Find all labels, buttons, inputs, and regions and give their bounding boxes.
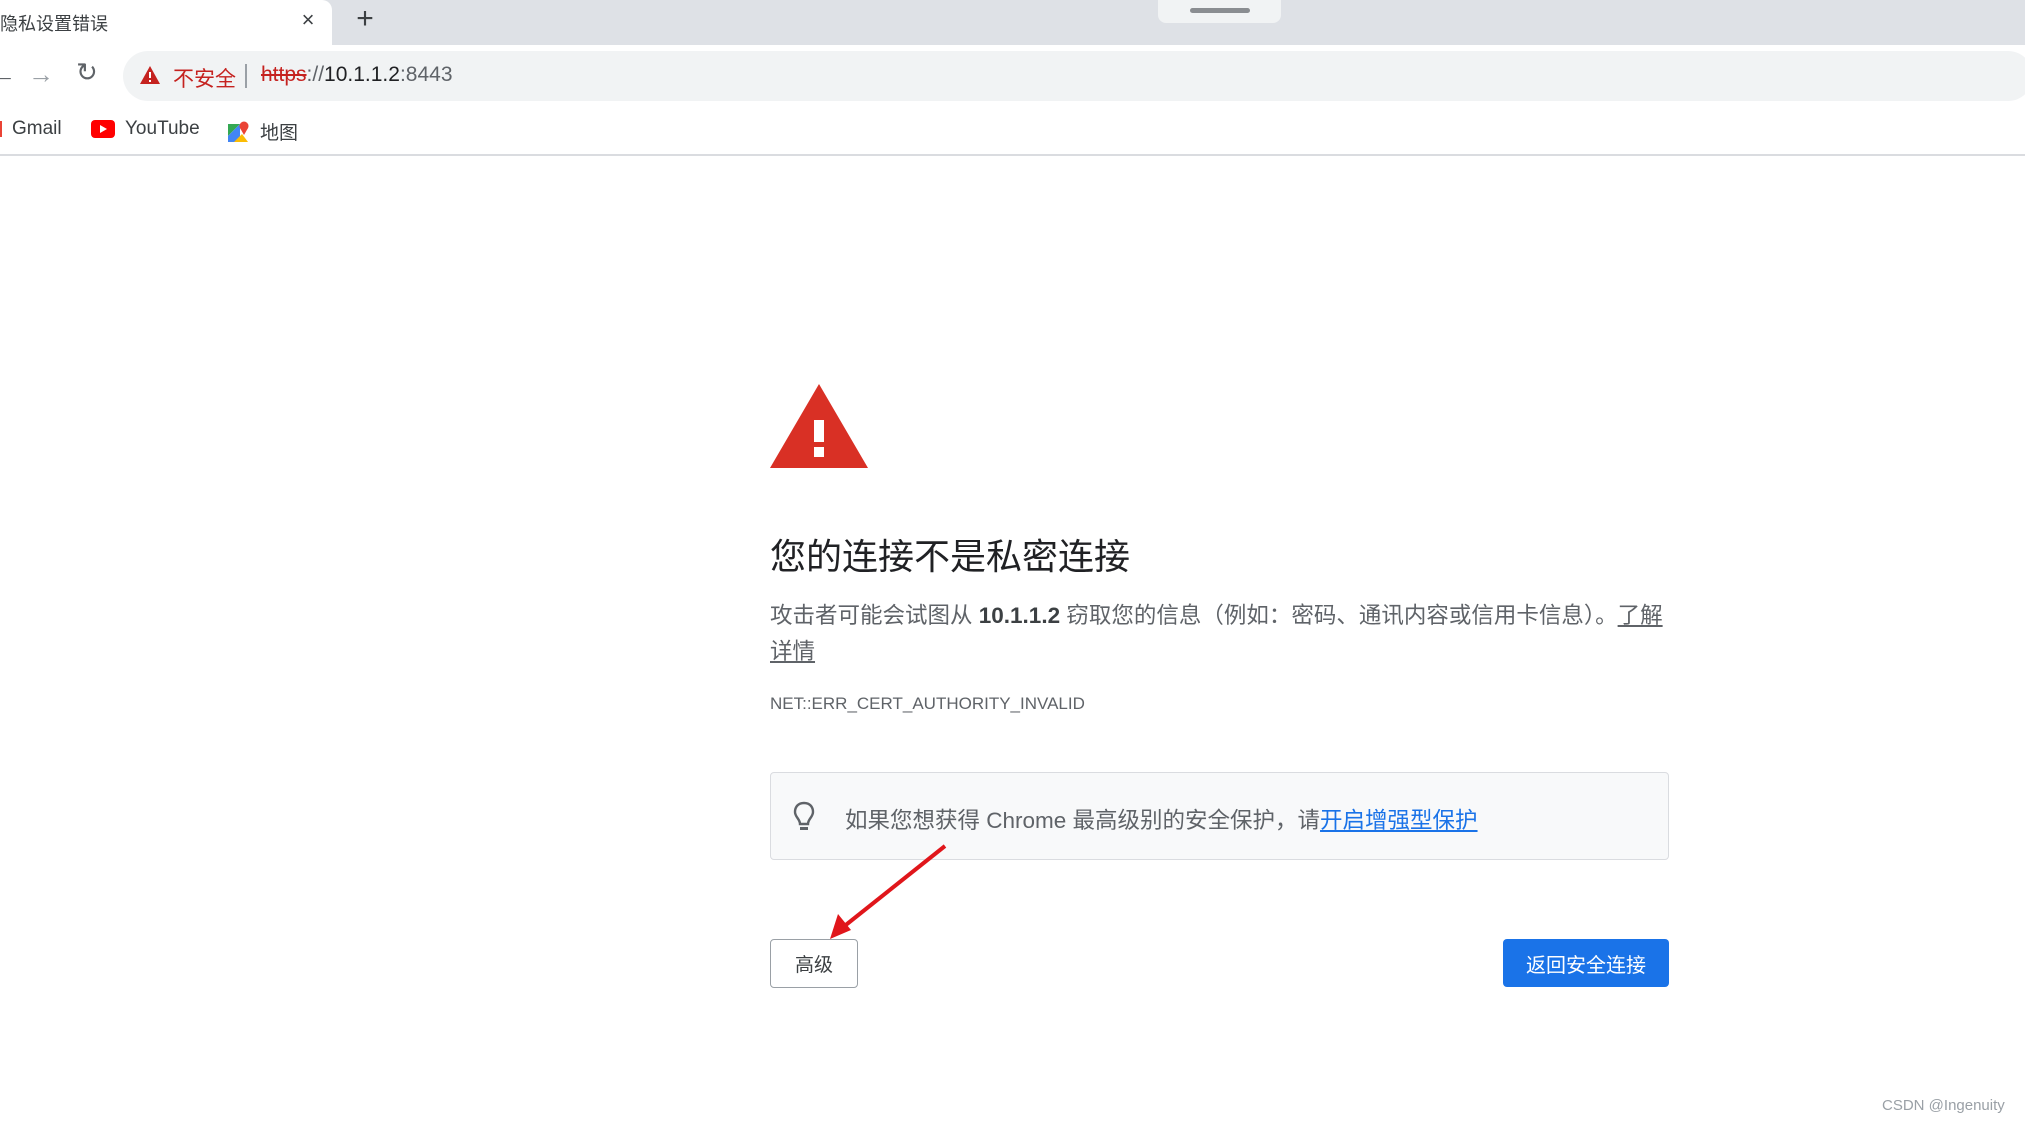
bookmark-label: YouTube (125, 118, 200, 139)
desc-text: 窃取您的信息（例如：密码、通讯内容或信用卡信息）。 (1060, 603, 1618, 628)
watermark: CSDN @Ingenuity (1882, 1097, 2005, 1114)
error-code[interactable]: NET::ERR_CERT_AUTHORITY_INVALID (770, 694, 1085, 714)
divider (245, 64, 247, 88)
tab-strip: 隐私设置错误 × + (0, 0, 2025, 45)
new-tab-button[interactable]: + (350, 4, 380, 34)
bookmark-maps[interactable]: 地图 (226, 118, 298, 145)
tab-close-icon[interactable]: × (296, 8, 320, 32)
url-scheme: https (261, 63, 307, 86)
tab-active[interactable]: 隐私设置错误 × (0, 0, 332, 45)
url-port: :8443 (399, 63, 453, 86)
not-secure-label[interactable]: 不安全 (173, 63, 236, 93)
maps-icon (228, 121, 249, 142)
url-text[interactable]: https://10.1.1.2:8443 (261, 63, 453, 87)
page-title: 您的连接不是私密连接 (770, 536, 1131, 577)
url-host: 10.1.1.2 (324, 63, 400, 86)
bookmark-label: 地图 (260, 123, 299, 144)
window-drag-handle[interactable] (1158, 0, 1281, 23)
tip-label: 如果您想获得 Chrome 最高级别的安全保护，请 (845, 808, 1321, 833)
url-separator: :// (306, 63, 325, 86)
desc-host: 10.1.1.2 (978, 603, 1061, 628)
tab-title: 隐私设置错误 (0, 14, 108, 34)
error-description: 攻击者可能会试图从 10.1.1.2 窃取您的信息（例如：密码、通讯内容或信用卡… (770, 598, 1669, 670)
back-arrow-icon[interactable]: ← (0, 59, 16, 90)
toolbar: ← → ↻ 不安全 https://10.1.1.2:8443 (0, 45, 2025, 111)
enhanced-protection-tip: 如果您想获得 Chrome 最高级别的安全保护，请开启增强型保护 (770, 772, 1669, 860)
bookmark-label: Gmail (12, 118, 62, 139)
desc-text: 攻击者可能会试图从 (770, 603, 979, 628)
bookmark-youtube[interactable]: YouTube (91, 118, 200, 140)
not-secure-warning-icon[interactable] (139, 65, 161, 85)
forward-arrow-icon[interactable]: → (28, 59, 54, 90)
gmail-icon (0, 121, 2, 137)
lightbulb-icon (793, 801, 815, 830)
enhanced-protection-link[interactable]: 开启增强型保护 (1320, 808, 1478, 833)
bookmarks-bar: Gmail YouTube 地图 (0, 111, 2025, 156)
address-bar[interactable]: 不安全 https://10.1.1.2:8443 (123, 51, 2025, 101)
back-to-safety-button[interactable]: 返回安全连接 (1503, 939, 1669, 987)
advanced-button[interactable]: 高级 (770, 939, 858, 988)
youtube-icon (91, 120, 115, 138)
interstitial-content: 您的连接不是私密连接 攻击者可能会试图从 10.1.1.2 窃取您的信息（例如：… (770, 384, 1669, 988)
warning-triangle-icon (770, 384, 868, 468)
tip-text: 如果您想获得 Chrome 最高级别的安全保护，请开启增强型保护 (845, 803, 1478, 835)
reload-icon[interactable]: ↻ (76, 57, 98, 88)
bookmark-gmail[interactable]: Gmail (0, 118, 62, 140)
